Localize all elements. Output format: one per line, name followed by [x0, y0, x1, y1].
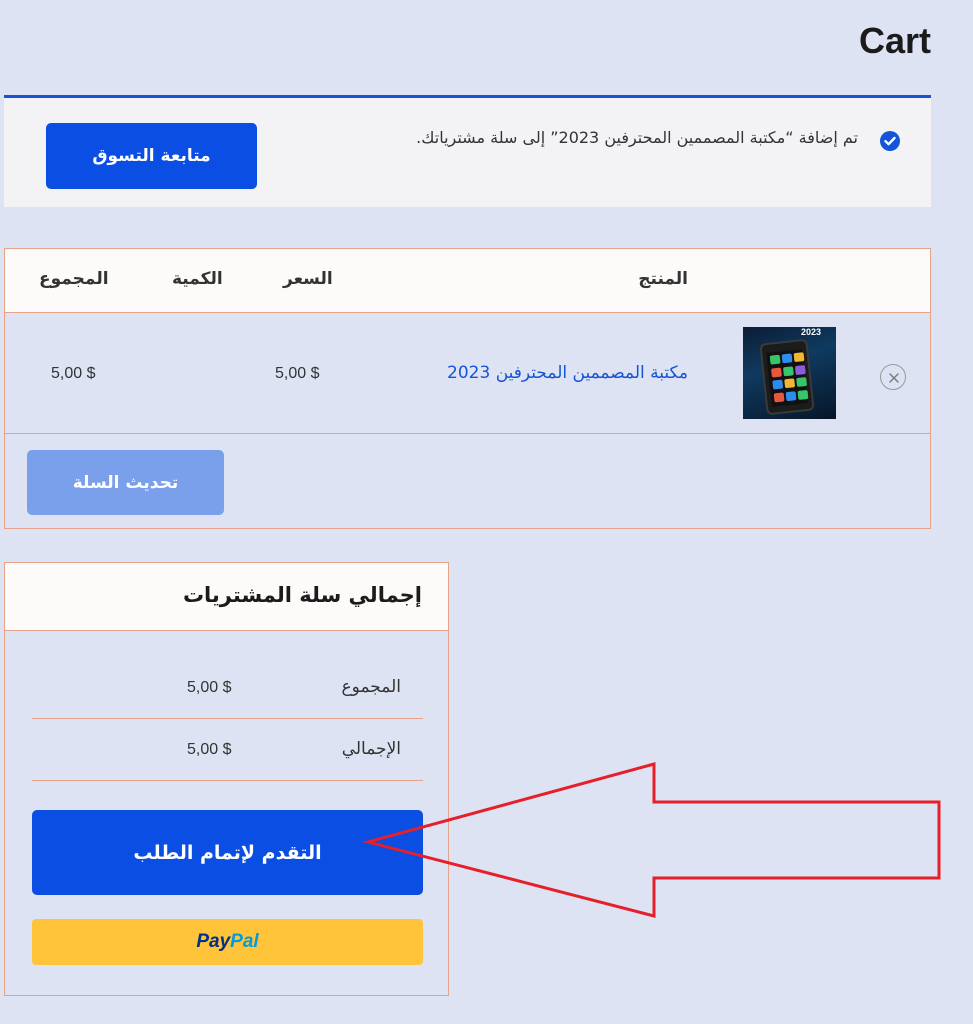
total-label: الإجمالي — [341, 739, 401, 759]
header-quantity: الكمية — [172, 269, 223, 289]
header-product: المنتج — [638, 269, 688, 289]
cart-table: المنتج السعر الكمية المجموع 2023 مكتبة ا… — [4, 248, 931, 529]
phone-graphic — [759, 338, 815, 416]
continue-shopping-button[interactable]: متابعة التسوق — [46, 123, 257, 189]
product-thumbnail[interactable]: 2023 — [743, 327, 836, 419]
paypal-button[interactable]: PayPal — [32, 919, 423, 965]
product-name-link[interactable]: مكتبة المصممين المحترفين 2023 — [447, 363, 688, 383]
subtotal-row: المجموع 5,00 $ — [32, 657, 423, 719]
subtotal-value: 5,00 $ — [187, 679, 232, 696]
total-value: 5,00 $ — [187, 741, 232, 758]
check-circle-icon — [880, 131, 900, 151]
annotation-arrow-icon — [362, 762, 941, 918]
cart-totals-title: إجمالي سلة المشتريات — [182, 583, 422, 607]
paypal-logo-pal: Pal — [230, 931, 259, 952]
remove-item-icon[interactable] — [880, 364, 906, 390]
update-cart-button[interactable]: تحديث السلة — [27, 450, 224, 515]
notice-message: تم إضافة “مكتبة المصممين المحترفين 2023”… — [416, 128, 858, 147]
paypal-logo-pay: Pay — [196, 931, 231, 952]
cart-totals-header: إجمالي سلة المشتريات — [5, 563, 448, 631]
item-price: 5,00 $ — [275, 365, 320, 382]
item-subtotal: 5,00 $ — [51, 365, 96, 382]
subtotal-label: المجموع — [341, 677, 401, 697]
cart-table-header: المنتج السعر الكمية المجموع — [5, 249, 930, 313]
table-row: 2023 مكتبة المصممين المحترفين 2023 5,00 … — [5, 313, 930, 434]
cart-added-notice: تم إضافة “مكتبة المصممين المحترفين 2023”… — [4, 95, 931, 207]
header-subtotal: المجموع — [39, 269, 109, 289]
header-price: السعر — [283, 269, 333, 289]
page-title: Cart — [858, 20, 931, 61]
thumbnail-year: 2023 — [801, 327, 822, 337]
